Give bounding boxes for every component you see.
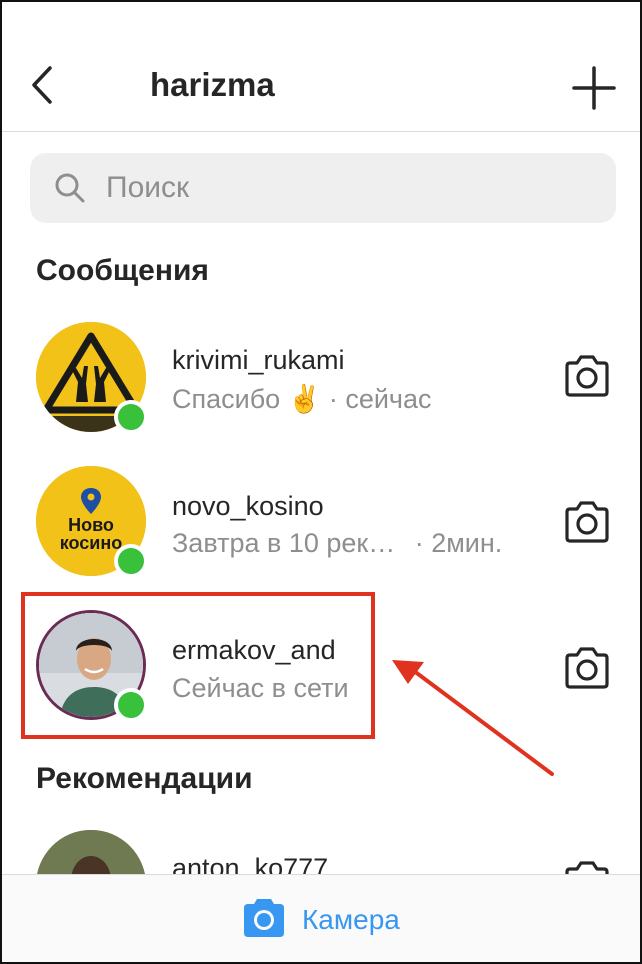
- conversation-username: krivimi_rukami: [172, 345, 345, 375]
- bottom-camera-bar[interactable]: Камера: [2, 874, 640, 962]
- camera-button[interactable]: [562, 646, 612, 690]
- search-input[interactable]: [106, 153, 586, 223]
- camera-icon: [565, 647, 609, 689]
- back-button[interactable]: [24, 62, 64, 108]
- camera-icon: [565, 355, 609, 397]
- messages-section-title: Сообщения: [36, 254, 209, 287]
- camera-button[interactable]: [562, 500, 612, 544]
- conversation-username: novo_kosino: [172, 491, 324, 521]
- message-time: · сейчас: [328, 384, 432, 414]
- annotation-arrow-icon: [392, 660, 554, 776]
- conversation-row[interactable]: krivimi_rukami Спасибо ✌️ · сейчас: [2, 312, 640, 442]
- page-title: harizma: [150, 66, 275, 103]
- online-indicator: [114, 400, 148, 434]
- conversation-preview: Спасибо ✌️ · сейчас: [172, 383, 432, 415]
- highlight-box: [21, 592, 375, 739]
- back-arrow-icon: [32, 66, 52, 104]
- new-message-button[interactable]: [572, 66, 616, 110]
- recommendations-section-title: Рекомендации: [36, 762, 253, 795]
- conversation-preview: Завтра в 10 рек… · 2мин.: [172, 528, 502, 559]
- conversation-row[interactable]: Ново косино novo_kosino Завтра в 10 рек……: [2, 456, 640, 586]
- camera-icon: [244, 899, 284, 937]
- header: harizma: [2, 2, 640, 132]
- camera-button[interactable]: [562, 354, 612, 398]
- message-preview: Завтра в 10 рек…: [172, 528, 396, 558]
- camera-icon: [565, 501, 609, 543]
- online-indicator: [114, 544, 148, 578]
- screen: harizma Сообщения krivimi: [0, 0, 642, 964]
- message-preview: Спасибо ✌️: [172, 384, 322, 414]
- search-bar[interactable]: [30, 153, 616, 223]
- camera-label: Камера: [302, 904, 400, 935]
- plus-icon: [572, 66, 616, 110]
- search-icon: [55, 173, 85, 203]
- message-time: · 2мин.: [414, 528, 503, 558]
